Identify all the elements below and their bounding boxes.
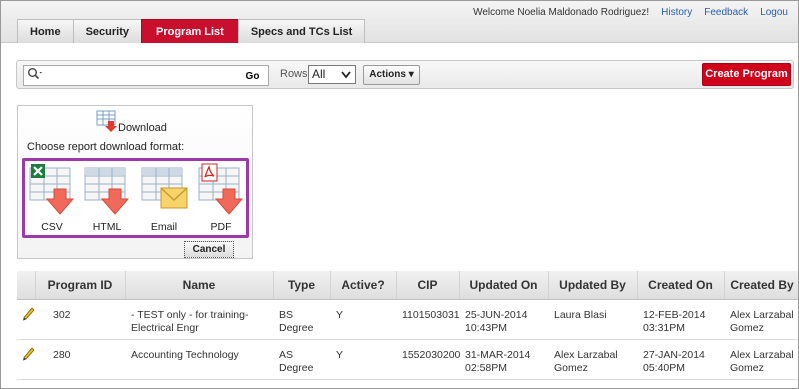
table-header-row: Program ID Name Type Active? CIP Updated…: [17, 271, 798, 300]
column-header-cip[interactable]: CIP: [396, 271, 460, 300]
edit-cell: [17, 299, 35, 340]
report-toolbar: Go Rows All Actions ▾ Create Program: [16, 60, 794, 89]
column-header-type[interactable]: Type: [273, 271, 331, 300]
column-header-updated-by[interactable]: Updated By: [548, 271, 638, 300]
tab-specs-and-tcs-list[interactable]: Specs and TCs List: [237, 19, 366, 43]
pdf-format-option[interactable]: PDF: [196, 163, 246, 235]
type-cell: AS Degree: [273, 339, 330, 380]
logout-link[interactable]: Logou: [760, 7, 788, 18]
column-header-active[interactable]: Active?: [330, 271, 397, 300]
csv-download-icon: [29, 164, 75, 215]
program-id-cell: 280: [35, 339, 125, 380]
search-input[interactable]: [46, 67, 244, 84]
created-on-cell: 12-FEB-2014 03:31PM: [637, 299, 724, 340]
download-panel: Download Choose report download format: …: [17, 105, 253, 259]
search-icon[interactable]: [27, 67, 43, 84]
csv-format-option[interactable]: CSV: [27, 163, 77, 235]
feedback-link[interactable]: Feedback: [704, 7, 748, 18]
type-cell: BS Degree: [273, 299, 330, 340]
name-cell: Accounting Technology: [125, 339, 273, 380]
table-row: 302 - TEST only - for training-Electrica…: [17, 299, 798, 340]
main-tabs: Home Security Program List Specs and TCs…: [17, 19, 366, 43]
download-format-options: CSV HTML Email PDF: [22, 158, 249, 238]
actions-menu-button[interactable]: Actions ▾: [363, 65, 420, 85]
rows-select-value: All: [312, 67, 326, 81]
download-icon: [96, 110, 118, 132]
column-header-edit: [17, 271, 36, 300]
updated-by-cell: Laura Blasi: [548, 299, 637, 340]
email-label: Email: [150, 221, 178, 233]
rows-select[interactable]: All: [308, 65, 356, 84]
created-on-cell: 27-JAN-2014 05:40PM: [637, 339, 724, 380]
created-by-cell: Alex Larzabal Gomez: [724, 339, 798, 380]
program-id-cell: 302: [35, 299, 125, 340]
column-header-created-by[interactable]: Created By: [724, 271, 798, 300]
app-frame: Home Security Program List Specs and TCs…: [0, 0, 799, 389]
created-by-cell: Alex Larzabal Gomez: [724, 299, 798, 340]
updated-on-cell: 25-JUN-2014 10:43PM: [459, 299, 548, 340]
edit-pencil-icon[interactable]: [22, 306, 35, 325]
pdf-label: PDF: [210, 221, 232, 233]
pdf-download-icon: [198, 163, 244, 215]
column-header-created-on[interactable]: Created On: [637, 271, 725, 300]
email-icon: [141, 167, 188, 209]
cancel-button[interactable]: Cancel: [184, 241, 234, 258]
updated-by-cell: Alex Larzabal Gomez: [548, 339, 637, 380]
active-cell: Y: [330, 299, 396, 340]
edit-pencil-icon[interactable]: [22, 346, 35, 365]
edit-cell: [17, 339, 35, 380]
download-prompt: Choose report download format:: [27, 141, 185, 153]
email-format-option[interactable]: Email: [139, 163, 189, 235]
tab-security[interactable]: Security: [72, 19, 142, 43]
user-links: Welcome Noelia Maldonado Rodriguez! Hist…: [473, 7, 798, 18]
html-label: HTML: [92, 221, 122, 233]
program-table: Program ID Name Type Active? CIP Updated…: [17, 271, 798, 380]
top-navigation: Home Security Program List Specs and TCs…: [1, 1, 798, 43]
rows-label: Rows: [280, 68, 308, 80]
active-cell: Y: [330, 339, 396, 380]
tab-program-list[interactable]: Program List: [140, 19, 239, 43]
search-box: Go: [23, 65, 269, 86]
column-header-program-id[interactable]: Program ID: [35, 271, 126, 300]
column-header-updated-on[interactable]: Updated On: [459, 271, 549, 300]
welcome-message: Welcome Noelia Maldonado Rodriguez!: [473, 7, 650, 18]
csv-label: CSV: [41, 221, 63, 233]
chevron-down-icon: [341, 66, 351, 89]
updated-on-cell: 31-MAR-2014 02:58PM: [459, 339, 548, 380]
column-header-name[interactable]: Name: [125, 271, 274, 300]
go-button[interactable]: Go: [238, 68, 267, 84]
html-format-option[interactable]: HTML: [82, 163, 132, 235]
download-title: Download: [118, 122, 167, 134]
cip-cell: 1552030200: [396, 339, 460, 380]
create-program-button[interactable]: Create Program: [702, 63, 791, 86]
table-row: 280 Accounting Technology AS Degree Y 15…: [17, 339, 798, 380]
tab-home[interactable]: Home: [17, 19, 74, 43]
history-link[interactable]: History: [661, 7, 692, 18]
html-download-icon: [84, 167, 130, 215]
cip-cell: 1101503031: [396, 299, 460, 340]
name-cell: - TEST only - for training-Electrical En…: [125, 299, 273, 340]
